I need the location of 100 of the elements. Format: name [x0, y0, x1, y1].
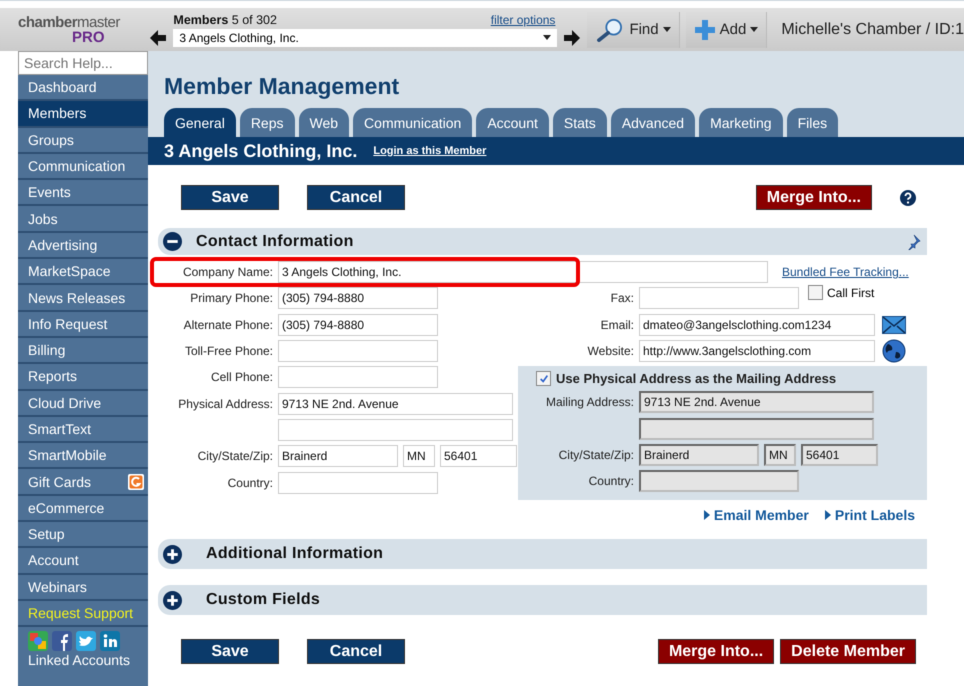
checkbox[interactable]: [808, 285, 823, 300]
input-field[interactable]: [639, 418, 874, 440]
input-field[interactable]: http://www.3angelsclothing.com: [639, 340, 875, 362]
checkbox[interactable]: [536, 371, 551, 386]
tab[interactable]: Files: [786, 108, 838, 137]
tab[interactable]: General: [164, 108, 236, 137]
input-field[interactable]: [278, 340, 438, 362]
form-button[interactable]: Save: [181, 639, 279, 664]
previous-arrow-icon[interactable]: [149, 28, 168, 46]
action-button[interactable]: Merge Into...: [658, 639, 774, 664]
social-media-icon[interactable]: [52, 631, 72, 652]
input-field[interactable]: [278, 366, 438, 388]
field-label: Physical Address:: [177, 396, 273, 411]
field-label: Fax:: [610, 291, 634, 306]
checkbox-label: Use Physical Address as the Mailing Address: [556, 371, 836, 386]
field-label: Company Name:: [182, 265, 273, 280]
find-button[interactable]: Find: [587, 12, 680, 48]
sidebar-item[interactable]: Cloud Drive: [18, 390, 148, 417]
input-field[interactable]: [639, 470, 799, 492]
sidebar-item[interactable]: SmartText: [18, 416, 148, 444]
social-media-icon[interactable]: [28, 631, 48, 652]
input-field[interactable]: 56401: [801, 444, 878, 466]
field-label: Primary Phone:: [189, 291, 273, 306]
field-label: Website:: [586, 344, 634, 358]
caret-icon: [662, 27, 671, 32]
add-button[interactable]: Add: [686, 12, 768, 48]
globe-icon[interactable]: [882, 339, 906, 364]
action-button[interactable]: Merge Into...: [756, 185, 872, 210]
input-field[interactable]: [278, 472, 438, 494]
field-label: Toll-Free Phone:: [184, 344, 273, 358]
tab[interactable]: Reps: [240, 108, 294, 137]
section-header[interactable]: Custom Fields: [158, 585, 927, 616]
input-field[interactable]: [278, 418, 513, 441]
help-icon[interactable]: [900, 190, 916, 206]
sidebar-item[interactable]: Request Support: [18, 600, 148, 628]
sidebar-item[interactable]: Webinars: [18, 574, 148, 601]
social-media-icon[interactable]: [76, 631, 96, 652]
bundled-fee-link[interactable]: Bundled Fee Tracking...: [782, 265, 909, 280]
caret-icon: [543, 35, 552, 40]
social-media-icon[interactable]: [100, 631, 120, 652]
section-title: Additional Information: [206, 545, 384, 564]
tab[interactable]: Marketing: [699, 108, 783, 137]
section-title: Contact Information: [196, 232, 354, 250]
sidebar-item[interactable]: MarketSpace: [18, 259, 148, 286]
input-field[interactable]: (305) 794-8880: [278, 287, 438, 310]
sidebar-item[interactable]: Reports: [18, 364, 148, 391]
sidebar-item[interactable]: Communication: [18, 154, 148, 180]
sidebar-item[interactable]: SmartMobile: [18, 443, 148, 470]
tab[interactable]: Web: [298, 108, 350, 137]
form-button[interactable]: Save: [181, 185, 279, 210]
form-button[interactable]: Cancel: [307, 185, 405, 210]
section-title: Custom Fields: [206, 591, 320, 610]
tab[interactable]: Advanced: [610, 108, 696, 137]
field-label: Country:: [588, 474, 634, 488]
section-header[interactable]: Additional Information: [158, 539, 927, 570]
sidebar-item[interactable]: Account: [18, 548, 148, 575]
action-link[interactable]: Print Labels: [824, 507, 915, 524]
login-link[interactable]: Login as this Member: [373, 145, 486, 157]
sidebar-item[interactable]: Members: [18, 101, 148, 128]
expand-icon[interactable]: [163, 590, 182, 610]
triangle-bullet-icon: [704, 510, 710, 520]
member-name: 3 Angels Clothing, Inc.: [164, 140, 358, 162]
sidebar-item[interactable]: Events: [18, 180, 148, 206]
input-field[interactable]: Brainerd: [278, 445, 398, 468]
input-field[interactable]: 9713 NE 2nd. Avenue: [278, 392, 513, 415]
next-arrow-icon[interactable]: [563, 28, 582, 46]
field-label: City/State/Zip:: [196, 449, 273, 464]
action-button[interactable]: Delete Member: [780, 639, 916, 664]
input-field[interactable]: Brainerd: [639, 444, 759, 466]
member-dropdown[interactable]: 3 Angels Clothing, Inc.: [173, 28, 558, 46]
collapse-icon[interactable]: [163, 232, 182, 251]
input-field[interactable]: [639, 287, 799, 310]
input-field[interactable]: MN: [764, 444, 796, 466]
logo[interactable]: chambermaster PRO: [18, 14, 144, 44]
tab[interactable]: Account: [476, 108, 549, 137]
sidebar-item[interactable]: News Releases: [18, 285, 148, 312]
section-header[interactable]: Contact Information: [158, 228, 927, 255]
tab[interactable]: Stats: [552, 108, 607, 137]
input-field[interactable]: dmateo@3angelsclothing.com1234: [639, 314, 875, 336]
input-field[interactable]: 9713 NE 2nd. Avenue: [639, 391, 874, 414]
input-field[interactable]: 56401: [440, 445, 517, 468]
sidebar-item[interactable]: Setup: [18, 522, 148, 548]
sidebar-item[interactable]: Info Request: [18, 312, 148, 338]
help-search-field[interactable]: Search Help...: [18, 51, 148, 75]
sidebar-item[interactable]: Jobs: [18, 206, 148, 233]
input-field[interactable]: (305) 794-8880: [278, 314, 438, 336]
envelope-icon[interactable]: [882, 314, 906, 335]
record-counter: Members 5 of 302: [173, 12, 277, 26]
sidebar-item[interactable]: Billing: [18, 338, 148, 364]
form-button[interactable]: Cancel: [307, 639, 405, 664]
action-link[interactable]: Email Member: [704, 507, 809, 524]
filter-link[interactable]: filter options: [490, 12, 556, 26]
sidebar-item[interactable]: Gift Cards: [18, 469, 148, 496]
input-field[interactable]: 3 Angels Clothing, Inc.: [278, 261, 768, 284]
sidebar-item[interactable]: Advertising: [18, 232, 148, 260]
tab[interactable]: Communication: [353, 108, 472, 137]
expand-icon[interactable]: [163, 544, 182, 564]
sidebar-item[interactable]: eCommerce: [18, 496, 148, 522]
linked-accounts-label: Linked Accounts: [27, 651, 131, 670]
input-field[interactable]: MN: [403, 445, 435, 468]
